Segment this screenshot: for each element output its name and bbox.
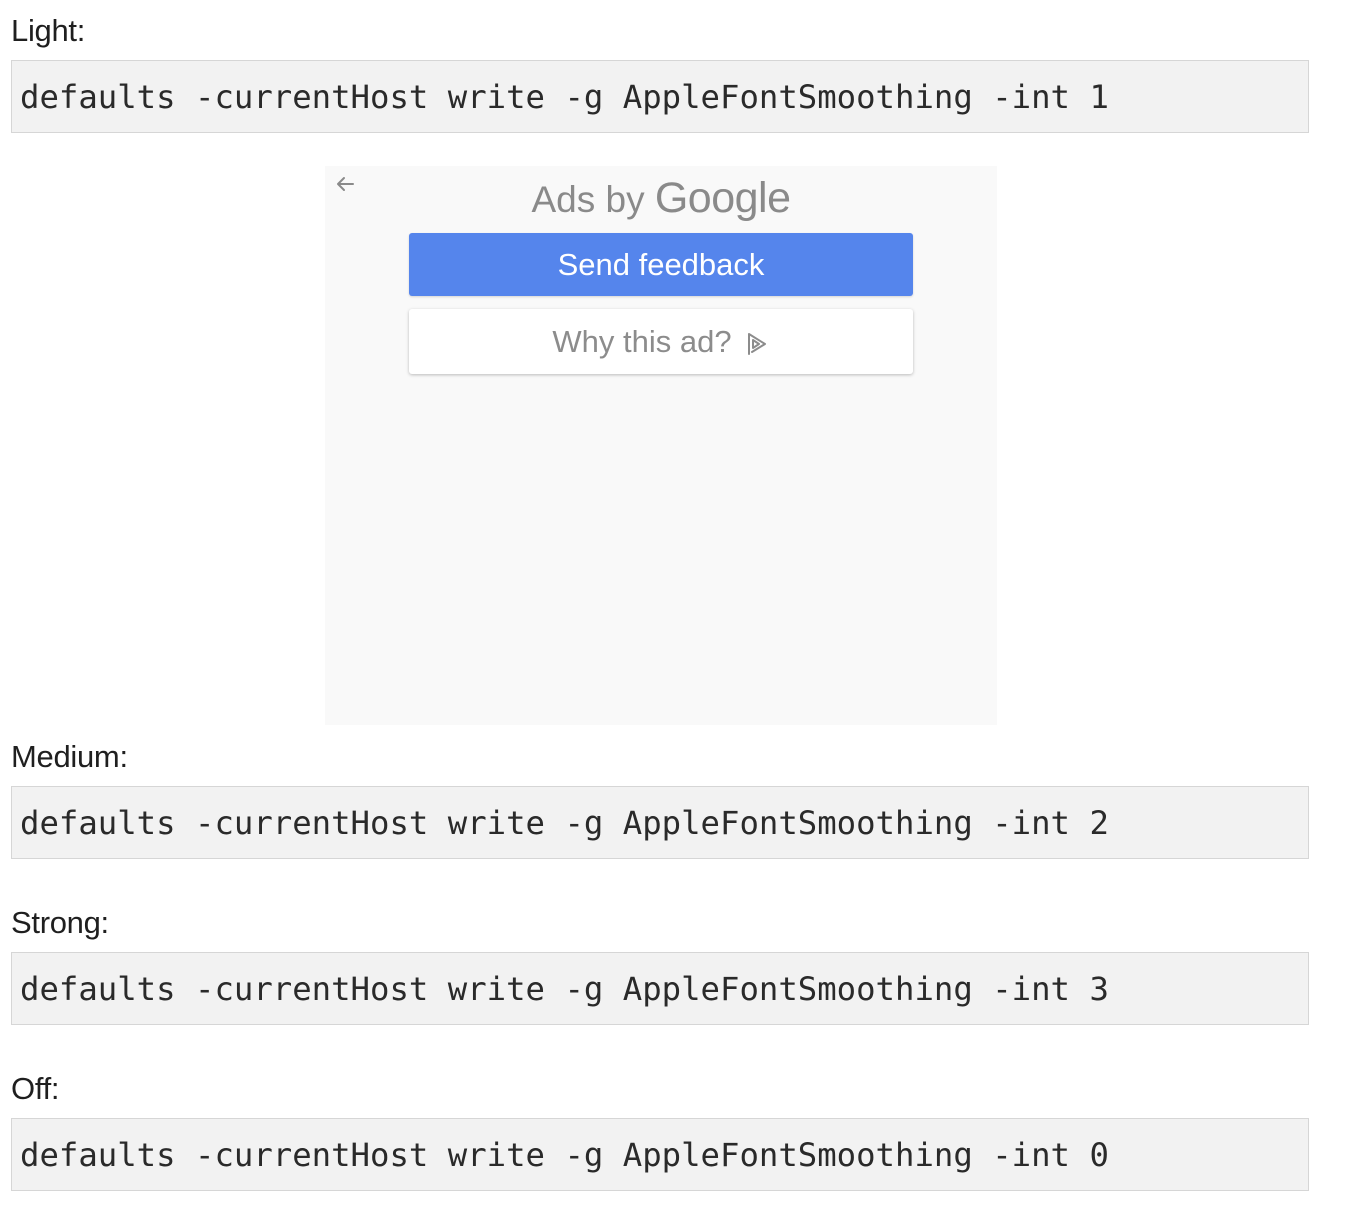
adchoices-icon <box>744 329 770 355</box>
section-label-light: Light: <box>11 13 86 48</box>
code-command-strong: defaults -currentHost write -g AppleFont… <box>20 969 1109 1008</box>
section-label-medium: Medium: <box>11 739 128 774</box>
code-command-off: defaults -currentHost write -g AppleFont… <box>20 1135 1109 1174</box>
code-block-light: defaults -currentHost write -g AppleFont… <box>11 60 1309 133</box>
google-logo: Google <box>654 174 791 222</box>
ad-title-prefix: Ads by <box>531 179 645 220</box>
send-feedback-label: Send feedback <box>557 246 765 282</box>
send-feedback-button[interactable]: Send feedback <box>409 233 913 296</box>
section-label-strong: Strong: <box>11 905 109 940</box>
why-this-ad-label: Why this ad? <box>552 323 732 359</box>
why-this-ad-button[interactable]: Why this ad? <box>409 309 913 374</box>
ad-frame: Ads by Google Send feedback Why this ad? <box>325 166 997 725</box>
section-label-off: Off: <box>11 1071 60 1106</box>
ad-title: Ads by Google <box>325 174 997 224</box>
code-command-medium: defaults -currentHost write -g AppleFont… <box>20 803 1109 842</box>
code-block-medium: defaults -currentHost write -g AppleFont… <box>11 786 1309 859</box>
code-block-strong: defaults -currentHost write -g AppleFont… <box>11 952 1309 1025</box>
code-block-off: defaults -currentHost write -g AppleFont… <box>11 1118 1309 1191</box>
code-command-light: defaults -currentHost write -g AppleFont… <box>20 77 1109 116</box>
